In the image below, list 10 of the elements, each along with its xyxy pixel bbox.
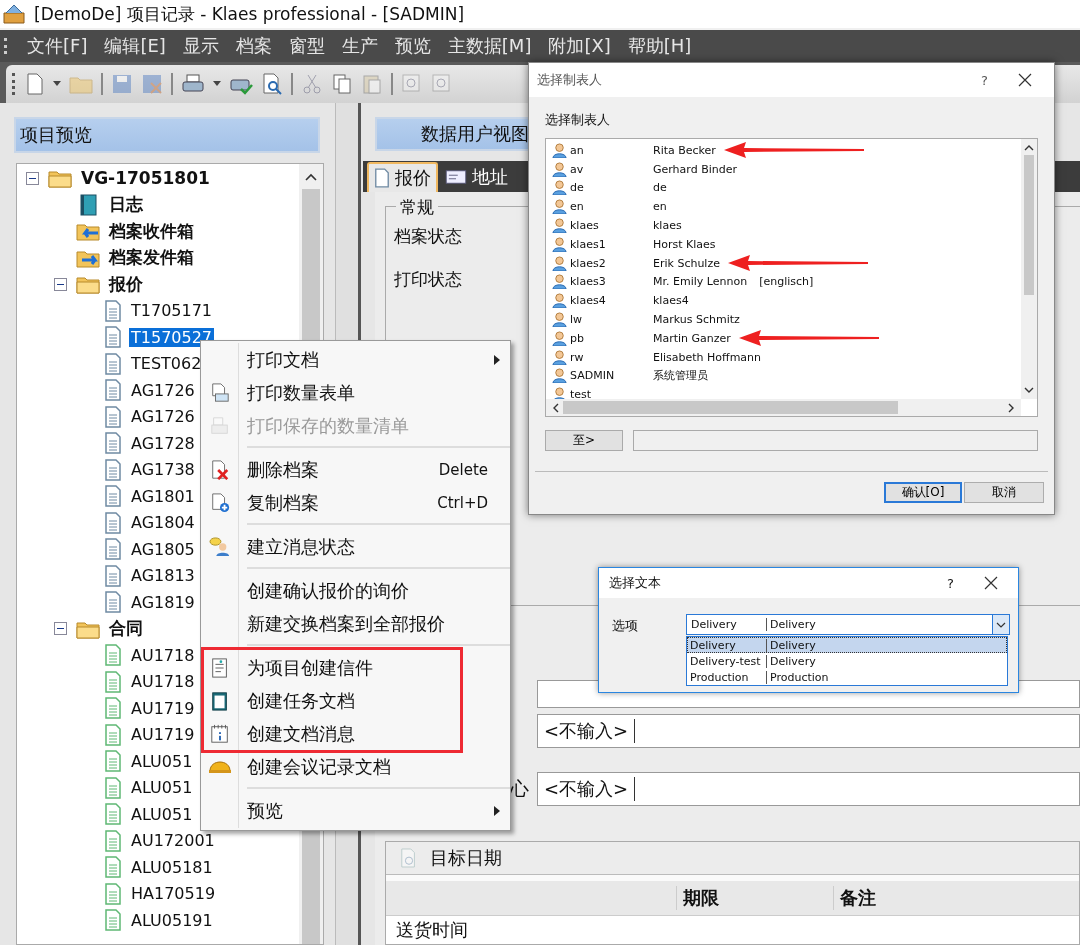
field-label: 打印状态 [394,268,462,291]
field-label: 档案状态 [394,225,462,248]
dialog-title: 选择制表人 [537,71,603,89]
window-title: [DemoDe] 项目记录 - Klaes professional - [SADMIN] [34,2,465,26]
section-title: 目标日期 [430,846,502,870]
field-label: 选项 [612,617,639,635]
table-cell-text: 送货时间 [395,918,469,942]
dialog-title: 选择文本 [609,574,662,592]
field-label: 心 [510,776,529,801]
panel-header: 项目预览 [14,117,320,153]
